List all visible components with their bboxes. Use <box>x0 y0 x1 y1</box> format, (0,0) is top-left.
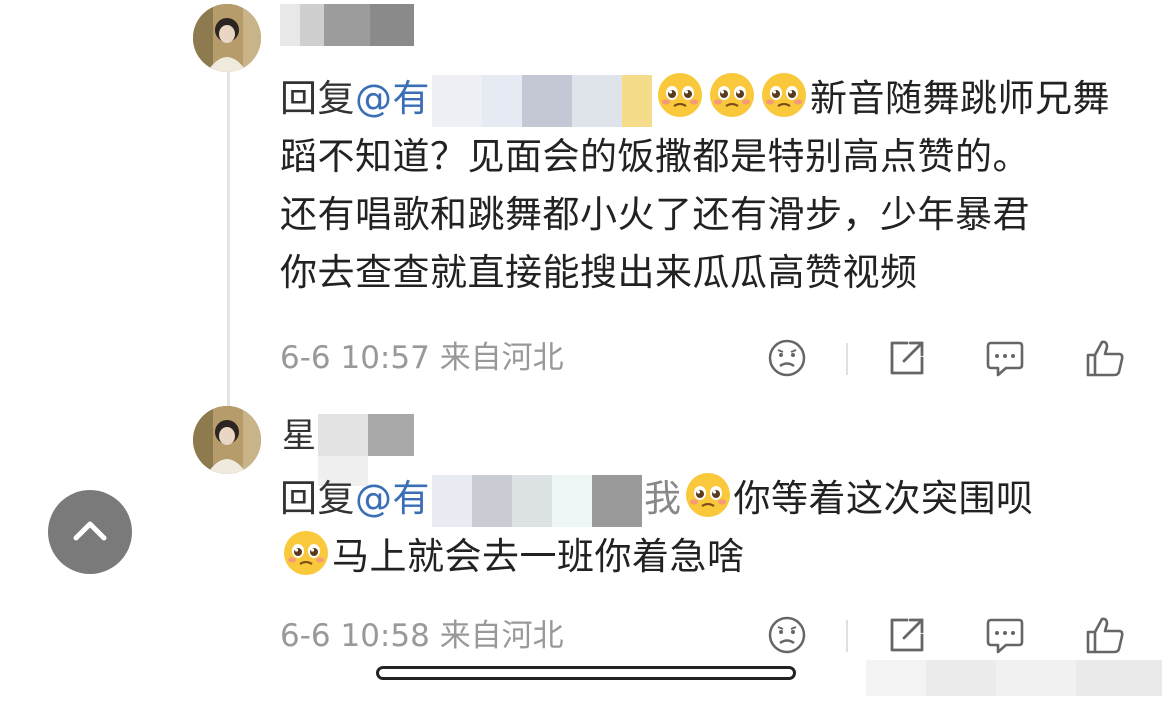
comment-icon[interactable] <box>982 335 1028 381</box>
chevron-up-icon <box>73 521 107 541</box>
home-indicator[interactable] <box>376 666 796 680</box>
pleading-face-emoji <box>762 73 806 117</box>
thumbs-up-icon[interactable] <box>1082 335 1128 381</box>
comment-text-line: 新音随舞跳师兄舞 <box>810 77 1110 120</box>
username[interactable]: 星 <box>282 416 316 456</box>
comment-meta: 6-6 10:58 来自河北 <box>280 616 564 656</box>
comment-text-line: 蹈不知道？见面会的饭撒都是特别高点赞的。 <box>280 135 1030 178</box>
comment-thread-screen: 回复@有 新音随舞跳师兄舞 蹈不知道？见面会的饭撒都是特别高点赞的。 还有唱歌和… <box>0 0 1170 705</box>
comment-text-line: 你等着这次突围呗 <box>733 477 1034 520</box>
dislike-face-icon[interactable] <box>764 612 810 658</box>
mention-link[interactable]: @有 <box>355 477 430 520</box>
avatar[interactable] <box>193 406 261 474</box>
comment-text-line: 还有唱歌和跳舞都小火了还有滑步，少年暴君 <box>280 193 1030 236</box>
comment-text-line: 马上就会去一班你着急啥 <box>332 535 745 578</box>
share-icon[interactable] <box>884 612 930 658</box>
share-icon[interactable] <box>884 335 930 381</box>
reply-prefix: 回复 <box>280 77 355 120</box>
thumbs-up-icon[interactable] <box>1082 612 1128 658</box>
pleading-face-emoji <box>658 73 702 117</box>
watermark <box>866 660 1162 696</box>
username-redacted <box>318 414 414 456</box>
comment-icon[interactable] <box>982 612 1028 658</box>
mention-link[interactable]: @有 <box>355 77 430 120</box>
mention-redacted <box>432 74 652 127</box>
username-redacted <box>280 4 414 46</box>
comment-action-bar <box>760 612 1130 658</box>
pleading-face-emoji <box>685 473 730 517</box>
comment-action-bar <box>760 335 1130 381</box>
avatar[interactable] <box>193 4 261 72</box>
scroll-to-top-button[interactable] <box>48 490 132 574</box>
mention-tail: 我 <box>644 477 682 520</box>
dislike-face-icon[interactable] <box>764 335 810 381</box>
mention-redacted <box>432 474 642 527</box>
comment-body: 回复@有 新音随舞跳师兄舞 蹈不知道？见面会的饭撒都是特别高点赞的。 还有唱歌和… <box>280 70 1130 302</box>
pleading-face-emoji <box>284 531 328 575</box>
thread-connector-line <box>227 72 230 412</box>
comment-location: 来自河北 <box>439 340 564 376</box>
action-divider <box>846 343 848 375</box>
reply-prefix: 回复 <box>280 477 355 520</box>
comment-location: 来自河北 <box>439 618 564 654</box>
comment-meta: 6-6 10:57 来自河北 <box>280 338 564 378</box>
comment-date: 6-6 10:58 <box>280 618 430 654</box>
pleading-face-emoji <box>710 73 754 117</box>
action-divider <box>846 620 848 652</box>
comment-date: 6-6 10:57 <box>280 340 430 376</box>
comment-body: 回复@有 我 你等着这次突围呗 马上就会去一班你着急啥 <box>280 470 1130 586</box>
comment-text-line: 你去查查就直接能搜出来瓜瓜高赞视频 <box>280 251 918 294</box>
